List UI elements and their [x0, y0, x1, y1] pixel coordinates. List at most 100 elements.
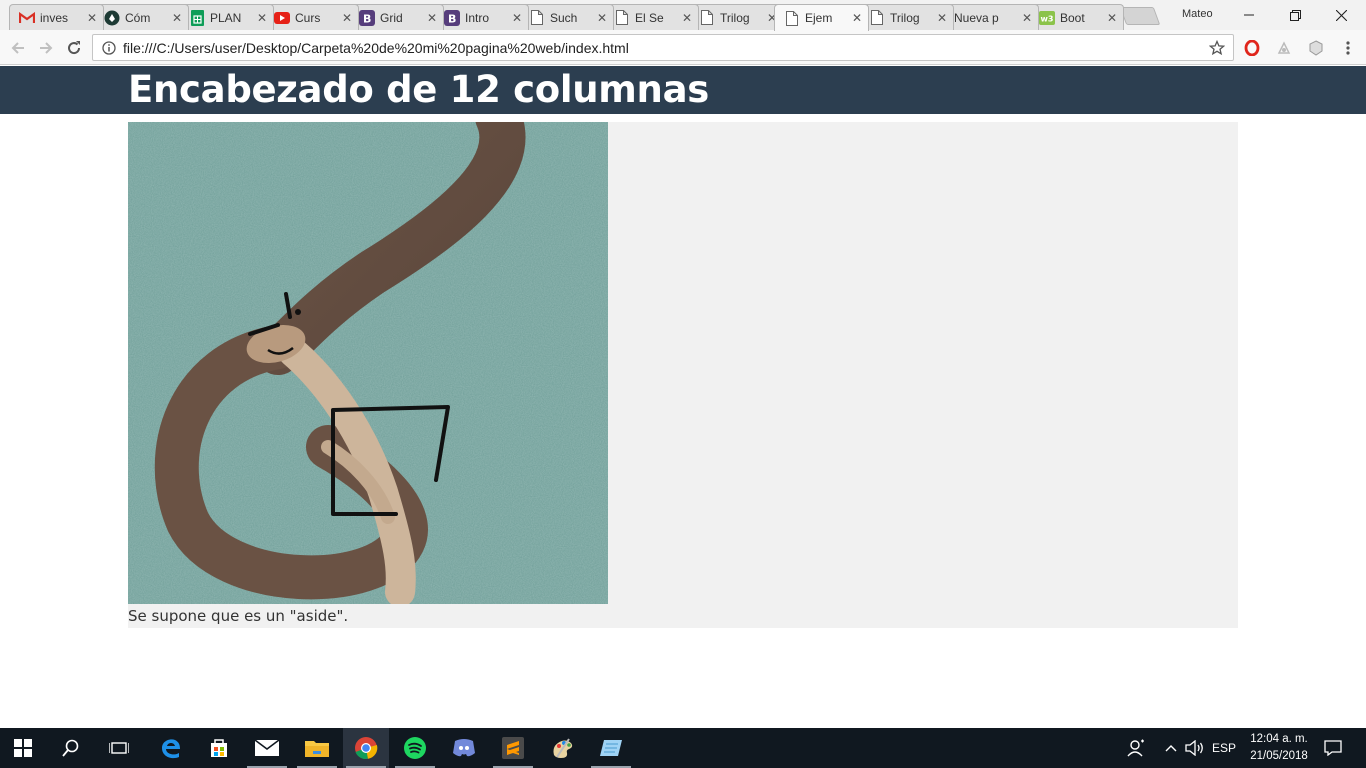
tab-close-icon[interactable]: ✕ — [425, 11, 439, 25]
minimize-button[interactable] — [1226, 0, 1272, 30]
tab-label: Nueva p — [954, 10, 999, 25]
tab-4[interactable]: Curs ✕ — [264, 4, 359, 30]
tab-close-icon[interactable]: ✕ — [170, 11, 184, 25]
clock[interactable]: 12:04 a. m. 21/05/2018 — [1244, 731, 1314, 765]
new-tab-button[interactable] — [1119, 7, 1161, 25]
tab-close-icon[interactable]: ✕ — [850, 11, 864, 25]
tab-8[interactable]: El Se ✕ — [604, 4, 699, 30]
youtube-icon — [274, 10, 290, 26]
chevron-up-icon[interactable] — [1160, 728, 1182, 768]
tab-label: Cóm — [125, 10, 151, 25]
tab-close-icon[interactable]: ✕ — [85, 11, 99, 25]
tab-11[interactable]: Trilog ✕ — [859, 4, 954, 30]
opera-icon[interactable] — [1242, 38, 1262, 58]
taskbar: ESP 12:04 a. m. 21/05/2018 — [0, 728, 1366, 768]
sheets-icon — [189, 9, 205, 26]
tab-close-icon[interactable]: ✕ — [1020, 11, 1034, 25]
mail-icon[interactable] — [244, 728, 290, 768]
forward-arrow-icon — [40, 42, 53, 54]
task-view-icon[interactable] — [96, 728, 142, 768]
menu-kebab-icon[interactable] — [1338, 38, 1358, 58]
document-icon — [869, 10, 885, 26]
tab-close-icon[interactable]: ✕ — [1105, 11, 1119, 25]
back-arrow-icon — [11, 42, 24, 54]
chrome-icon[interactable] — [343, 728, 389, 768]
forward-button[interactable] — [34, 36, 58, 60]
tab-label: Grid — [380, 10, 403, 25]
svg-text:B: B — [363, 12, 371, 25]
info-icon[interactable] — [99, 40, 119, 55]
tab-close-icon[interactable]: ✕ — [595, 11, 609, 25]
notes-icon[interactable] — [588, 728, 634, 768]
clock-time: 12:04 a. m. — [1250, 733, 1308, 745]
extension-icon[interactable] — [1274, 38, 1294, 58]
tab-7[interactable]: Such ✕ — [519, 4, 614, 30]
site-icon — [104, 10, 120, 26]
url-text[interactable]: file:///C:/Users/user/Desktop/Carpeta%20… — [123, 40, 1205, 56]
tab-9[interactable]: Trilog ✕ — [689, 4, 784, 30]
discord-icon[interactable] — [441, 728, 487, 768]
page-title: Encabezado de 12 columnas — [128, 68, 709, 111]
tab-close-icon[interactable]: ✕ — [680, 11, 694, 25]
restore-icon — [1289, 9, 1301, 21]
tab-10[interactable]: Ejem ✕ — [774, 4, 869, 31]
svg-text:w3: w3 — [1041, 14, 1054, 23]
close-window-button[interactable] — [1318, 0, 1364, 30]
people-icon[interactable] — [1124, 728, 1148, 768]
start-icon[interactable] — [0, 728, 46, 768]
tab-label: Trilog — [890, 10, 920, 25]
back-button[interactable] — [6, 36, 30, 60]
tab-label: Boot — [1060, 10, 1085, 25]
document-icon — [784, 10, 800, 26]
shield-extension-icon[interactable] — [1306, 38, 1326, 58]
reload-button[interactable] — [62, 36, 86, 60]
search-icon[interactable] — [48, 728, 94, 768]
document-icon — [614, 10, 630, 26]
tab-close-icon[interactable]: ✕ — [340, 11, 354, 25]
tab-6[interactable]: B Intro ✕ — [434, 4, 529, 30]
svg-text:B: B — [448, 12, 456, 25]
language-indicator[interactable]: ESP — [1210, 728, 1238, 768]
tab-strip: inves ✕ Cóm ✕ PLAN ✕ Curs ✕ B Grid ✕ B Intro ✕ Such ✕ El… — [0, 0, 1366, 31]
tab-label: PLAN — [210, 10, 242, 25]
volume-icon[interactable] — [1183, 728, 1207, 768]
tab-close-icon[interactable]: ✕ — [935, 11, 949, 25]
tab-5[interactable]: B Grid ✕ — [349, 4, 444, 30]
edge-icon[interactable] — [148, 728, 194, 768]
restore-button[interactable] — [1272, 0, 1318, 30]
tab-12[interactable]: Nueva p ✕ — [944, 4, 1039, 30]
aside-section: Se supone que es un "aside". — [128, 122, 1238, 628]
tab-label: Ejem — [805, 11, 833, 25]
paint-icon[interactable] — [540, 728, 586, 768]
bookmark-star-icon[interactable] — [1205, 39, 1229, 56]
store-icon[interactable] — [196, 728, 242, 768]
close-icon — [1335, 9, 1347, 21]
tab-1[interactable]: inves ✕ — [9, 4, 104, 30]
profile-name[interactable]: Mateo — [1182, 8, 1213, 20]
tab-13[interactable]: w3 Boot ✕ — [1029, 4, 1124, 30]
tab-close-icon[interactable]: ✕ — [255, 11, 269, 25]
reload-icon — [68, 41, 81, 55]
address-bar[interactable]: file:///C:/Users/user/Desktop/Carpeta%20… — [92, 34, 1234, 61]
browser-toolbar: file:///C:/Users/user/Desktop/Carpeta%20… — [0, 30, 1366, 65]
tab-label: El Se — [635, 10, 664, 25]
tab-label: Trilog — [720, 10, 750, 25]
aside-caption: Se supone que es un "aside". — [128, 607, 349, 625]
sublime-icon[interactable] — [490, 728, 536, 768]
w3schools-icon: w3 — [1039, 10, 1055, 26]
tab-2[interactable]: Cóm ✕ — [94, 4, 189, 30]
tab-close-icon[interactable]: ✕ — [510, 11, 524, 25]
clock-date: 21/05/2018 — [1250, 750, 1308, 762]
notifications-icon[interactable] — [1320, 728, 1346, 768]
page-header: Encabezado de 12 columnas — [0, 66, 1366, 114]
file-explorer-icon[interactable] — [294, 728, 340, 768]
tab-label: Such — [550, 10, 578, 25]
tab-label: inves — [40, 10, 69, 25]
tab-label: Intro — [465, 10, 490, 25]
tab-label: Curs — [295, 10, 321, 25]
bootstrap-icon: B — [444, 9, 460, 26]
tab-3[interactable]: PLAN ✕ — [179, 4, 274, 30]
spotify-icon[interactable] — [392, 728, 438, 768]
document-icon — [529, 10, 545, 26]
gmail-icon — [19, 10, 35, 26]
